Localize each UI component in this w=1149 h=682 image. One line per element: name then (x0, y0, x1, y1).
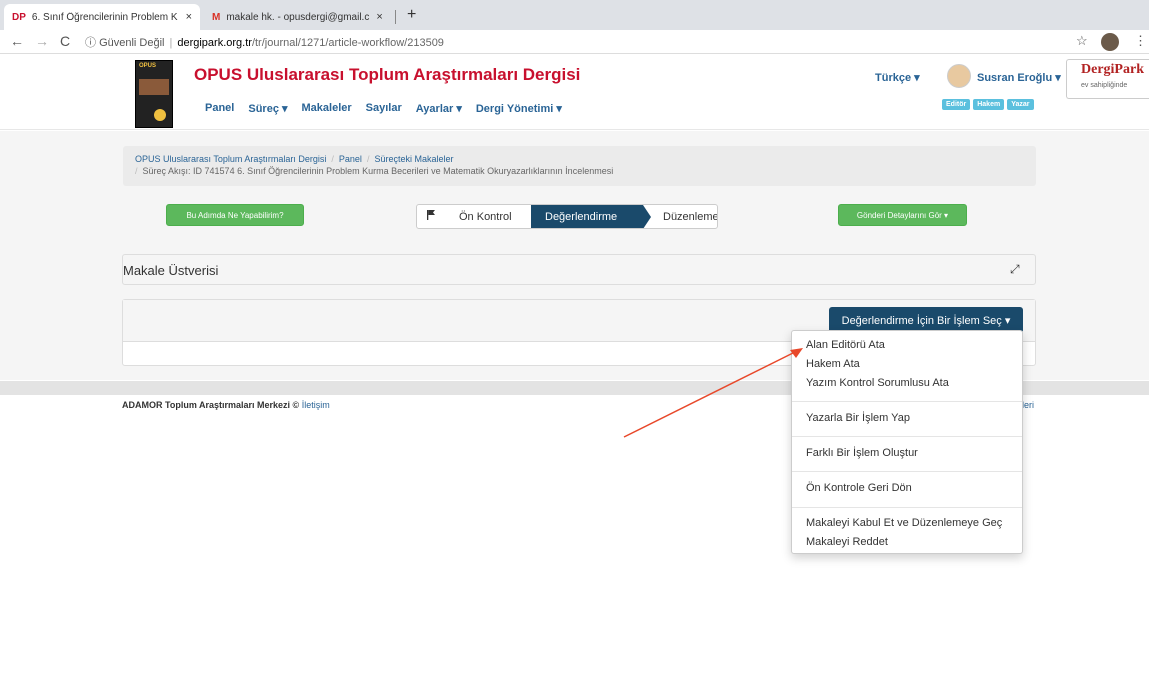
main-nav: Panel Süreç ▾ Makaleler Sayılar Ayarlar … (205, 102, 576, 115)
footer-right-link[interactable]: leri (1022, 400, 1034, 410)
submission-details-button[interactable]: Gönderi Detaylarını Gör ▾ (838, 204, 967, 226)
logo-seal (154, 109, 166, 121)
tab-title: 6. Sınıf Öğrencilerinin Problem K (31, 11, 178, 23)
logo-text: OPUS (139, 63, 157, 69)
role-badges: Editör Hakem Yazar (942, 99, 1034, 110)
menu-item-back-to-precheck[interactable]: Ön Kontrole Geri Dön (806, 482, 912, 494)
menu-divider (792, 436, 1022, 437)
logo-image (139, 79, 169, 95)
dergipark-brand[interactable]: DergiPark ev sahipliğinde (1066, 59, 1149, 99)
nav-sayilar[interactable]: Sayılar (366, 102, 402, 115)
bookmark-star-icon[interactable]: ☆ (1076, 33, 1088, 49)
menu-item-assign-section-editor[interactable]: Alan Editörü Ata (806, 339, 885, 351)
address-bar: ← → C ⓘ Güvenli Değil | dergipark.org.tr/t… (0, 30, 1149, 54)
breadcrumb: OPUS Uluslararası Toplum Araştırmaları D… (123, 146, 1036, 186)
step-on-kontrol[interactable]: Ön Kontrol (459, 205, 512, 228)
menu-item-create-action[interactable]: Farklı Bir İşlem Oluştur (806, 447, 918, 459)
breadcrumb-separator: / (331, 154, 334, 164)
panel-title: Makale Üstverisi (123, 263, 219, 278)
forward-arrow-icon[interactable]: → (35, 33, 49, 49)
menu-item-assign-copyeditor[interactable]: Yazım Kontrol Sorumlusu Ata (806, 377, 949, 389)
new-tab-button[interactable]: + (407, 6, 416, 24)
nav-surec[interactable]: Süreç ▾ (248, 102, 287, 115)
profile-avatar-icon[interactable] (1101, 33, 1119, 51)
role-badge-yazar[interactable]: Yazar (1007, 99, 1034, 110)
brand-tagline: ev sahipliğinde (1081, 82, 1128, 89)
url-field[interactable]: ⓘ Güvenli Değil | dergipark.org.tr/tr/jour… (85, 34, 444, 50)
nav-ayarlar[interactable]: Ayarlar ▾ (416, 102, 462, 115)
brand-name: DergiPark (1081, 62, 1144, 77)
flag-icon (427, 210, 435, 220)
site-header: OPUS OPUS Uluslararası Toplum Araştırmal… (0, 55, 1149, 130)
browser-tab-gmail[interactable]: M makale hk. - opusdergi@gmail.c × (204, 4, 392, 30)
user-avatar[interactable] (947, 64, 971, 88)
menu-divider (792, 401, 1022, 402)
breadcrumb-panel[interactable]: Panel (339, 154, 362, 164)
tab-separator (395, 10, 396, 24)
breadcrumb-surecteki-makaleler[interactable]: Süreçteki Makaleler (374, 154, 453, 164)
security-status: Güvenli Değil (99, 37, 165, 49)
close-icon[interactable]: × (186, 11, 192, 23)
breadcrumb-journal[interactable]: OPUS Uluslararası Toplum Araştırmaları D… (135, 154, 326, 164)
menu-item-assign-reviewer[interactable]: Hakem Ata (806, 358, 860, 370)
close-icon[interactable]: × (376, 11, 382, 23)
back-arrow-icon[interactable]: ← (10, 33, 24, 49)
nav-dergi-yonetimi[interactable]: Dergi Yönetimi ▾ (476, 102, 562, 115)
url-path: /tr/journal/1271/article-workflow/213509 (251, 37, 444, 49)
step-arrow (643, 205, 651, 228)
language-selector[interactable]: Türkçe ▾ (875, 71, 920, 84)
user-menu[interactable]: Susran Eroğlu ▾ (977, 71, 1061, 84)
menu-divider (792, 507, 1022, 508)
browser-tab-active[interactable]: DP 6. Sınıf Öğrencilerinin Problem K × (4, 4, 200, 30)
role-badge-editor[interactable]: Editör (942, 99, 971, 110)
nav-makaleler[interactable]: Makaleler (302, 102, 352, 115)
tab-title: makale hk. - opusdergi@gmail.c (226, 11, 370, 23)
nav-panel[interactable]: Panel (205, 102, 234, 115)
evaluation-action-menu: Alan Editörü Ata Hakem Ata Yazım Kontrol… (791, 330, 1023, 554)
workflow-steps: Ön Kontrol Değerlendirme Düzenleme (416, 204, 718, 229)
metadata-panel: Makale Üstverisi (122, 254, 1036, 285)
browser-menu-icon[interactable]: ⋮ (1134, 33, 1147, 49)
gmail-favicon-icon: M (212, 11, 221, 23)
journal-logo[interactable]: OPUS (135, 60, 173, 128)
step-duzenleme[interactable]: Düzenleme (663, 205, 717, 228)
menu-item-accept[interactable]: Makaleyi Kabul Et ve Düzenlemeye Geç (806, 517, 1002, 529)
footer-text: ADAMOR Toplum Araştırmaları Merkezi © İl… (122, 400, 330, 410)
breadcrumb-current: Süreç Akışı: ID 741574 6. Sınıf Öğrencil… (142, 166, 614, 176)
reload-icon[interactable]: C (60, 33, 70, 49)
role-badge-hakem[interactable]: Hakem (973, 99, 1005, 110)
step-degerlendirme[interactable]: Değerlendirme (531, 205, 643, 228)
footer-copyright: ADAMOR Toplum Araştırmaları Merkezi © (122, 400, 300, 410)
breadcrumb-separator: / (366, 154, 370, 164)
menu-divider (792, 471, 1022, 472)
expand-icon[interactable]: ⤢ (1010, 262, 1020, 277)
url-host: dergipark.org.tr (177, 37, 252, 49)
footer-contact-link[interactable]: İletişim (302, 400, 330, 410)
dergipark-favicon-icon: DP (12, 11, 26, 23)
info-icon[interactable]: ⓘ (85, 37, 96, 49)
breadcrumb-separator: / (135, 166, 138, 176)
help-button[interactable]: Bu Adımda Ne Yapabilirim? (166, 204, 304, 226)
menu-item-author-action[interactable]: Yazarla Bir İşlem Yap (806, 412, 910, 424)
browser-tab-bar: DP 6. Sınıf Öğrencilerinin Problem K × M… (0, 0, 1149, 30)
menu-item-reject[interactable]: Makaleyi Reddet (806, 536, 888, 548)
journal-title[interactable]: OPUS Uluslararası Toplum Araştırmaları D… (194, 65, 580, 85)
